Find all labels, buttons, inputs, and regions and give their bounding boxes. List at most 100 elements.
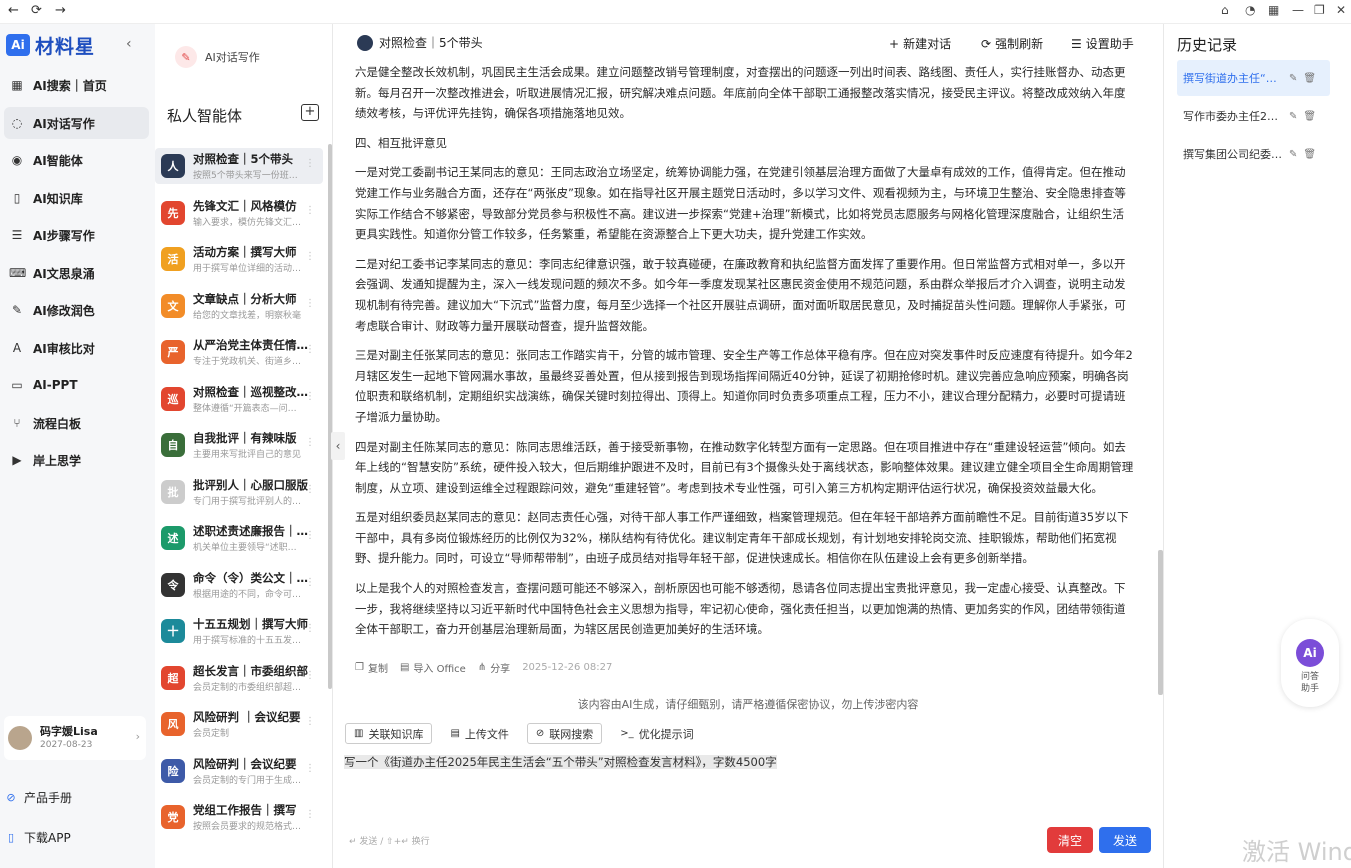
agent-item[interactable]: 十十五五规划｜撰写大师用于撰写标准的十五五发展规划⋮ bbox=[155, 613, 323, 649]
clear-button[interactable]: 清空 bbox=[1047, 827, 1093, 853]
agent-item[interactable]: 文文章缺点｜分析大师 给您的文章找差，明察秋毫 ⋮ bbox=[155, 288, 323, 324]
more-options-icon[interactable]: ⋮ bbox=[305, 623, 315, 634]
nav-ai-knowledge[interactable]: ▯ AI知识库 bbox=[4, 182, 149, 214]
chat-icon[interactable]: ◔ bbox=[1245, 3, 1255, 17]
nav-ai-review[interactable]: A AI审核比对 bbox=[4, 332, 149, 364]
more-options-icon[interactable]: ⋮ bbox=[305, 158, 315, 169]
trash-icon[interactable]: 🗑 bbox=[1303, 111, 1316, 122]
web-search-toggle[interactable]: ⊘ 联网搜索 bbox=[526, 723, 603, 744]
upload-file-button[interactable]: ▤ 上传文件 bbox=[442, 723, 517, 744]
more-options-icon[interactable]: ⋮ bbox=[305, 437, 315, 448]
new-chat-button[interactable]: + 新建对话 bbox=[889, 35, 951, 52]
force-refresh-label: 强制刷新 bbox=[995, 37, 1044, 51]
more-options-icon[interactable]: ⋮ bbox=[305, 298, 315, 309]
agent-item[interactable]: 自自我批评｜有辣味版 主要用来写批评自己的意见 ⋮ bbox=[155, 427, 323, 463]
product-manual-label: 产品手册 bbox=[24, 791, 73, 805]
nav-ai-inspiration[interactable]: ⌨ AI文思泉涌 bbox=[4, 257, 149, 289]
nav-ai-polish[interactable]: ✎ AI修改润色 bbox=[4, 294, 149, 326]
agent-item[interactable]: 党党组工作报告｜撰写 按照会员要求的规范格式撰写 ⋮ bbox=[155, 799, 323, 835]
restore-icon[interactable]: ❐ bbox=[1314, 3, 1325, 17]
agent-description: 输入要求，模仿先锋文汇风格写作 bbox=[193, 217, 305, 228]
history-item[interactable]: 撰写街道办主任“五个带头”对照检查 ✎ 🗑 bbox=[1177, 60, 1330, 96]
user-card[interactable]: 码字媛Lisa 2027-08-23 › bbox=[4, 716, 146, 760]
agent-item[interactable]: 严从严治党主体责任情况报告专注于党政机关、街道乡镇报告写作⋮ bbox=[155, 334, 323, 370]
collapse-sidebar-icon[interactable]: ‹ bbox=[126, 36, 132, 52]
history-item[interactable]: 撰写集团公司纪委书记讲话 ✎ 🗑 bbox=[1177, 136, 1330, 172]
grid-icon[interactable]: ▦ bbox=[1268, 3, 1279, 17]
agent-item[interactable]: 超超长发言｜市委组织部会员定制的市委组织部超长发言⋮ bbox=[155, 660, 323, 696]
video-icon: ▶ bbox=[12, 453, 22, 467]
trash-icon[interactable]: 🗑 bbox=[1303, 149, 1316, 160]
nav-ai-chat-writing[interactable]: ◌ AI对话写作 bbox=[4, 107, 149, 139]
minimize-icon[interactable]: — bbox=[1292, 3, 1304, 17]
link-knowledge-base-button[interactable]: ▥ 关联知识库 bbox=[345, 723, 433, 744]
more-options-icon[interactable]: ⋮ bbox=[305, 577, 315, 588]
edit-icon[interactable]: ✎ bbox=[1289, 149, 1297, 160]
nav-label: AI审核比对 bbox=[33, 341, 95, 356]
agent-title: 自我批评｜有辣味版 bbox=[193, 431, 297, 445]
more-options-icon[interactable]: ⋮ bbox=[305, 484, 315, 495]
more-options-icon[interactable]: ⋮ bbox=[305, 205, 315, 216]
nav-ai-ppt[interactable]: ▭ AI-PPT bbox=[4, 369, 149, 401]
close-icon[interactable]: ✕ bbox=[1336, 3, 1346, 17]
agent-item[interactable]: 令命令（令）类公文｜撰写 根据用途的不同，命令可分为 ⋮ bbox=[155, 567, 323, 603]
prompt-input[interactable]: 写一个《街道办主任2025年民主生活会“五个带头”对照检查发言材料》，字数450… bbox=[344, 754, 1144, 814]
agent-item[interactable]: 批批评别人｜心服口服版 专门用于撰写批评别人的意见 ⋮ bbox=[155, 474, 323, 510]
edit-icon[interactable]: ✎ bbox=[1289, 73, 1297, 84]
agent-item[interactable]: 风风险研判 ｜会议纪要 会员定制 ⋮ bbox=[155, 706, 323, 742]
forward-icon[interactable]: → bbox=[55, 3, 66, 18]
back-icon[interactable]: ← bbox=[8, 3, 19, 18]
chat-writing-entry[interactable]: ✎ AI对话写作 bbox=[175, 46, 260, 68]
home-icon[interactable]: ⌂ bbox=[1221, 3, 1229, 17]
nav-shore-learning[interactable]: ▶ 岸上思学 bbox=[4, 444, 149, 476]
edit-icon[interactable]: ✎ bbox=[1289, 111, 1297, 122]
refresh-icon[interactable]: ⟳ bbox=[31, 3, 42, 18]
more-options-icon[interactable]: ⋮ bbox=[305, 530, 315, 541]
agent-item[interactable]: 述述职述责述廉报告｜撰写机关单位主要领导“述职述责述廉”⋮ bbox=[155, 520, 323, 556]
private-agents-title: 私人智能体 bbox=[167, 107, 243, 125]
nav-label: AI智能体 bbox=[33, 153, 83, 168]
settings-button[interactable]: ☰ 设置助手 bbox=[1071, 35, 1134, 52]
expand-sidebar-icon[interactable]: ‹ bbox=[331, 432, 345, 460]
product-manual-link[interactable]: ⊘ 产品手册 bbox=[4, 789, 72, 806]
agent-item[interactable]: 先先锋文汇｜风格模仿输入要求，模仿先锋文汇风格写作⋮ bbox=[155, 195, 323, 231]
more-options-icon[interactable]: ⋮ bbox=[305, 344, 315, 355]
nav-ai-search[interactable]: ▦ AI搜索｜首页 bbox=[4, 69, 149, 101]
nav-flow-whiteboard[interactable]: ⑂ 流程白板 bbox=[4, 407, 149, 439]
brand[interactable]: Ai 材料星 bbox=[6, 32, 95, 58]
add-agent-icon[interactable]: + bbox=[301, 104, 319, 121]
more-options-icon[interactable]: ⋮ bbox=[305, 251, 315, 262]
paragraph: 二是对纪工委书记李某同志的意见：李同志纪律意识强，敢于较真碰硬，在廉政教育和执纪… bbox=[355, 256, 1126, 333]
qa-assistant-button[interactable]: Ai 问答 助手 bbox=[1281, 619, 1339, 707]
plus-icon: + bbox=[889, 36, 900, 51]
trash-icon[interactable]: 🗑 bbox=[1303, 73, 1316, 84]
paragraph: 六是健全整改长效机制，巩固民主生活会成果。建立问题整改销号管理制度，对查摆出的问… bbox=[355, 65, 1126, 121]
send-button[interactable]: 发送 bbox=[1099, 827, 1151, 853]
ppt-icon: ▭ bbox=[11, 378, 23, 392]
more-options-icon[interactable]: ⋮ bbox=[305, 670, 315, 681]
agent-item[interactable]: 巡对照检查｜巡视整改专题整体遵循“开篇表态—问题剖析”结构⋮ bbox=[155, 381, 323, 417]
agent-description: 用于撰写标准的十五五发展规划 bbox=[193, 636, 305, 646]
agent-list-scrollbar[interactable] bbox=[328, 144, 332, 689]
nav-ai-agent[interactable]: ◉ AI智能体 bbox=[4, 144, 149, 176]
agent-title: 风险研判 ｜会议纪要 bbox=[193, 710, 301, 724]
more-options-icon[interactable]: ⋮ bbox=[305, 809, 315, 820]
optimize-prompt-button[interactable]: >_ 优化提示词 bbox=[612, 723, 702, 744]
user-expiry-date: 2027-08-23 bbox=[40, 740, 93, 750]
force-refresh-button[interactable]: ⟳ 强制刷新 bbox=[981, 35, 1043, 52]
input-toolbar: ▥ 关联知识库 ▤ 上传文件 ⊘ 联网搜索 >_ 优化提示词 bbox=[345, 723, 712, 744]
more-options-icon[interactable]: ⋮ bbox=[305, 716, 315, 727]
import-office-button[interactable]: ▤ 导入 Office bbox=[400, 660, 466, 675]
agent-item[interactable]: 险风险研判｜会议纪要会员定制的专门用于生成会议纪要⋮ bbox=[155, 753, 323, 789]
brand-logo: Ai bbox=[6, 34, 30, 56]
share-button[interactable]: ⋔ 分享 bbox=[478, 660, 510, 675]
nav-ai-step-writing[interactable]: ☰ AI步骤写作 bbox=[4, 219, 149, 251]
agent-item[interactable]: 人对照检查｜5个带头按照5个带头来写一份班子成员对照检查材料⋮ bbox=[155, 148, 323, 184]
agent-item[interactable]: 活活动方案｜撰写大师 用于撰写单位详细的活动方案 ⋮ bbox=[155, 241, 323, 277]
download-app-link[interactable]: ▯ 下载APP bbox=[4, 829, 71, 846]
copy-button[interactable]: ❐ 复制 bbox=[355, 660, 388, 675]
more-options-icon[interactable]: ⋮ bbox=[305, 391, 315, 402]
agent-icon: ◉ bbox=[11, 153, 23, 167]
more-options-icon[interactable]: ⋮ bbox=[305, 763, 315, 774]
history-item[interactable]: 写作市委办主任2025年述职报告 ✎ 🗑 bbox=[1177, 98, 1330, 134]
